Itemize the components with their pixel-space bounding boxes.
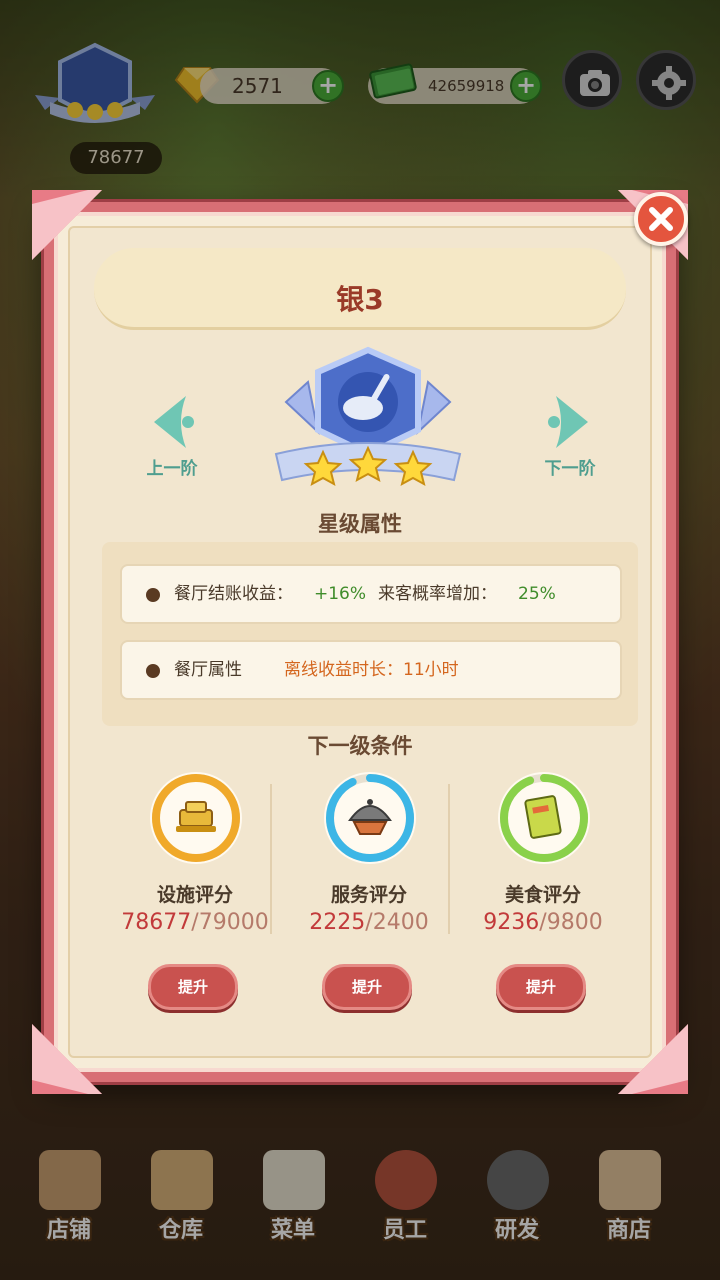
- bullet-icon: [146, 664, 160, 678]
- service-current: 2225: [309, 910, 366, 935]
- facility-score-column: 设施评分 78677/79000 提升: [110, 772, 280, 1022]
- service-score-value: 2225/2400: [274, 910, 464, 935]
- next-rank-button[interactable]: 下一阶: [530, 392, 610, 482]
- facility-score-label: 设施评分: [156, 884, 233, 906]
- food-score-label: 美食评分: [504, 884, 581, 906]
- rank-title: 银3: [336, 283, 384, 316]
- star-attributes-heading: 星级属性: [318, 512, 402, 536]
- cloche-icon: [348, 799, 392, 835]
- facility-score-value: 78677/79000: [100, 910, 290, 935]
- recipe-book-icon: [524, 795, 562, 839]
- next-level-heading: 下一级条件: [307, 734, 413, 758]
- bullet-icon: [146, 588, 160, 602]
- service-target: /2400: [365, 910, 429, 935]
- upgrade-service-button[interactable]: 提升: [322, 964, 412, 1010]
- arrow-left-icon: [154, 396, 194, 448]
- close-icon: [649, 207, 673, 231]
- facility-target: /79000: [191, 910, 269, 935]
- arrow-right-icon: [548, 396, 588, 448]
- food-score-column: 美食评分 9236/9800 提升: [458, 772, 628, 1022]
- service-score-label: 服务评分: [330, 884, 407, 906]
- attribute-row-income: 餐厅结账收益： +16% 来客概率增加： 25%: [120, 564, 622, 624]
- facility-icon: [176, 801, 216, 832]
- next-rank-label: 下一阶: [544, 459, 596, 479]
- previous-rank-label: 上一阶: [146, 459, 198, 479]
- upgrade-facility-button[interactable]: 提升: [148, 964, 238, 1010]
- close-button[interactable]: [634, 192, 688, 246]
- food-current: 9236: [483, 910, 540, 935]
- income-label: 餐厅结账收益：: [174, 584, 293, 604]
- food-target: /9800: [539, 910, 603, 935]
- previous-rank-button[interactable]: 上一阶: [132, 392, 212, 482]
- upgrade-food-button[interactable]: 提升: [496, 964, 586, 1010]
- facility-progress-ring: [150, 772, 242, 864]
- service-score-column: 服务评分 2225/2400 提升: [284, 772, 454, 1022]
- attribute-row-offline: 餐厅属性 离线收益时长：11小时: [120, 640, 622, 700]
- offline-income-text: 离线收益时长：11小时: [284, 660, 459, 680]
- income-value: +16%: [314, 584, 367, 604]
- facility-current: 78677: [121, 910, 192, 935]
- service-progress-ring: [324, 772, 416, 864]
- food-progress-ring: [498, 772, 590, 864]
- rank-detail-dialog: 银3 上一阶 下一阶 星级属性 餐厅结账收益： +16% 来客概率增加： 25%…: [32, 190, 688, 1094]
- food-score-value: 9236/9800: [448, 910, 638, 935]
- customer-rate-value: 25%: [518, 584, 556, 604]
- restaurant-attr-label: 餐厅属性: [174, 660, 242, 680]
- customer-rate-label: 来客概率增加：: [378, 584, 497, 604]
- silver-rank-emblem: [274, 346, 462, 486]
